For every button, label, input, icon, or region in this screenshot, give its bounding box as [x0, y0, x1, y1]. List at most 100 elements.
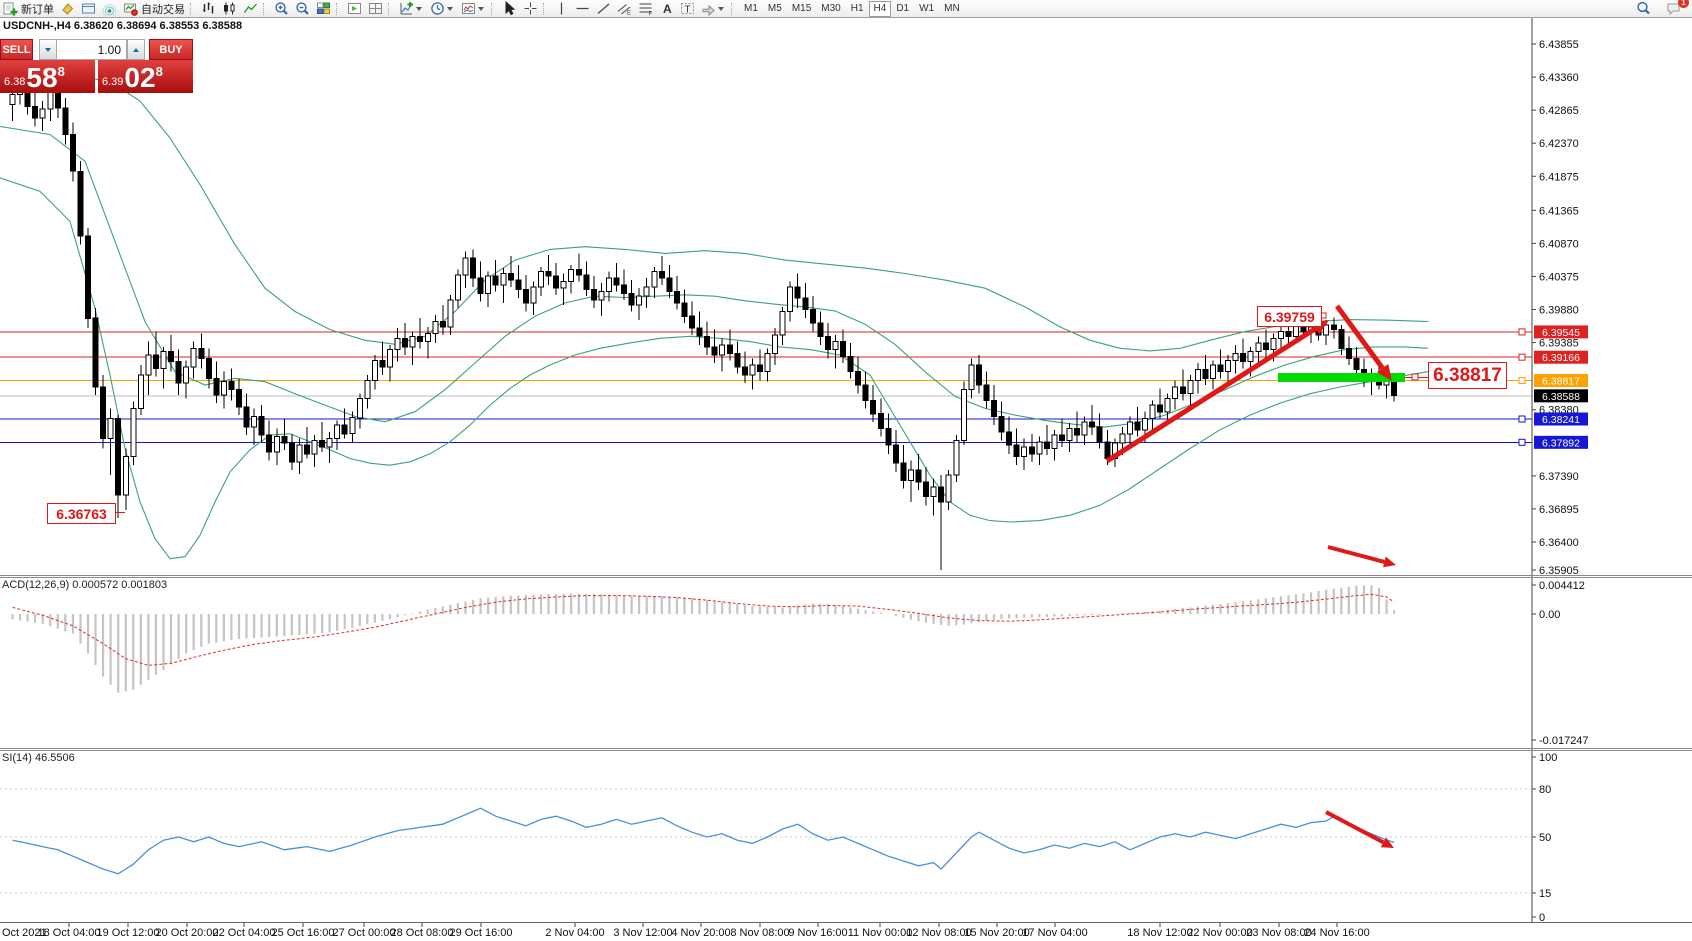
- svg-text:50: 50: [1539, 832, 1551, 844]
- bar-chart-button[interactable]: [199, 1, 218, 16]
- arrange-windows-button[interactable]: [366, 1, 385, 16]
- arrange-windows-icon: [368, 1, 383, 16]
- svg-text:19 Oct 12:00: 19 Oct 12:00: [97, 927, 160, 939]
- auto-trading-button[interactable]: 自动交易: [121, 1, 187, 16]
- crosshair-icon: [523, 1, 538, 16]
- shapes-button[interactable]: [699, 1, 728, 16]
- svg-text:24 Nov 16:00: 24 Nov 16:00: [1304, 927, 1369, 939]
- svg-text:6.39545: 6.39545: [1542, 327, 1580, 339]
- text-icon: A: [659, 1, 674, 16]
- caret-down-icon: [416, 7, 422, 11]
- toolbar-separator: [263, 3, 268, 15]
- timeframe-m5-button[interactable]: M5: [763, 1, 787, 17]
- svg-text:15 Nov 20:00: 15 Nov 20:00: [964, 927, 1029, 939]
- svg-text:6.43855: 6.43855: [1539, 39, 1579, 51]
- new-order-icon: [3, 1, 18, 16]
- sell-price-prefix: 6.38: [4, 76, 25, 88]
- svg-text:6.42865: 6.42865: [1539, 105, 1579, 117]
- svg-text:E: E: [627, 11, 631, 17]
- chart-title: USDCNH-,H4 6.38620 6.38694 6.38553 6.385…: [3, 20, 242, 32]
- indicator-add-button[interactable]: [397, 1, 426, 16]
- volume-increase-button[interactable]: [127, 39, 145, 60]
- svg-text:6.39880: 6.39880: [1539, 305, 1579, 317]
- template-button[interactable]: [459, 1, 488, 16]
- annotation-entry-price: 6.38817: [1428, 362, 1507, 389]
- svg-text:80: 80: [1539, 784, 1551, 796]
- svg-text:6.40375: 6.40375: [1539, 271, 1579, 283]
- fibonacci-button[interactable]: F: [636, 1, 655, 16]
- sell-price-point: 8: [58, 64, 65, 79]
- new-order-label: 新订单: [21, 1, 54, 17]
- search-button[interactable]: [1634, 1, 1653, 16]
- trendline-button[interactable]: [594, 1, 613, 16]
- svg-text:6.38241: 6.38241: [1542, 414, 1580, 426]
- volume-input[interactable]: 1.00: [57, 39, 127, 60]
- shapes-icon: [701, 1, 716, 16]
- timeframe-d1-button[interactable]: D1: [891, 1, 914, 17]
- sell-price-display[interactable]: 6.38588: [0, 60, 95, 93]
- zoom-out-icon: [295, 1, 310, 16]
- horizontal-line-icon: [575, 1, 590, 16]
- buy-price-display[interactable]: 6.39028: [98, 60, 193, 93]
- bar-chart-icon: [201, 1, 216, 16]
- crosshair-button[interactable]: [521, 1, 540, 16]
- profile-button[interactable]: [345, 1, 364, 16]
- chart-window-button[interactable]: [79, 1, 98, 16]
- toolbar-separator: [336, 3, 341, 15]
- zoom-in-button[interactable]: [272, 1, 291, 16]
- clock-button[interactable]: [428, 1, 457, 16]
- label-button[interactable]: T: [678, 1, 697, 16]
- volume-decrease-button[interactable]: [39, 39, 57, 60]
- svg-text:6.37892: 6.37892: [1542, 437, 1580, 449]
- svg-text:100: 100: [1539, 752, 1557, 764]
- indicator-add-icon: [399, 1, 414, 16]
- channel-button[interactable]: E: [615, 1, 634, 16]
- trendline-icon: [596, 1, 611, 16]
- buy-button[interactable]: BUY: [149, 39, 193, 60]
- timeframe-h4-button[interactable]: H4: [869, 1, 892, 17]
- svg-text:0.004412: 0.004412: [1539, 580, 1585, 592]
- svg-text:-0.017247: -0.017247: [1539, 735, 1589, 747]
- svg-text:0.00: 0.00: [1539, 609, 1560, 621]
- line-chart-button[interactable]: [241, 1, 260, 16]
- svg-text:6.39166: 6.39166: [1542, 352, 1580, 364]
- svg-text:6.38588: 6.38588: [1542, 391, 1580, 403]
- signal-icon: [102, 1, 117, 16]
- new-order-button[interactable]: 新订单: [1, 1, 56, 16]
- sell-button[interactable]: SELL: [0, 39, 33, 60]
- svg-text:6.40870: 6.40870: [1539, 238, 1579, 250]
- cursor-button[interactable]: [500, 1, 519, 16]
- svg-text:18 Oct 04:00: 18 Oct 04:00: [38, 927, 101, 939]
- vertical-line-button[interactable]: [552, 1, 571, 16]
- search-icon: [1636, 1, 1651, 16]
- notifications-button[interactable]: 1: [1664, 1, 1683, 16]
- tile-windows-button[interactable]: [314, 1, 333, 16]
- candle-chart-button[interactable]: [220, 1, 239, 16]
- svg-text:6.36400: 6.36400: [1539, 537, 1579, 549]
- annotation-low-price: 6.36763: [47, 503, 116, 524]
- svg-text:28 Oct 08:00: 28 Oct 08:00: [391, 927, 454, 939]
- time-axis: Oct 202118 Oct 04:0019 Oct 12:0020 Oct 2…: [2, 923, 1370, 939]
- timeframe-m30-button[interactable]: M30: [816, 1, 845, 17]
- one-click-trade-panel: SELL 1.00 BUY 6.38588 6.39028: [0, 39, 193, 93]
- timeframe-mn-button[interactable]: MN: [939, 1, 965, 17]
- template-icon: [461, 1, 476, 16]
- auto-trading-label: 自动交易: [141, 1, 185, 17]
- timeframe-w1-button[interactable]: W1: [914, 1, 939, 17]
- timeframe-m15-button[interactable]: M15: [787, 1, 816, 17]
- toolbar-separator: [190, 3, 195, 15]
- text-button[interactable]: A: [657, 1, 676, 16]
- horizontal-line-button[interactable]: [573, 1, 592, 16]
- chart-canvas[interactable]: 6.438556.433606.428656.423706.418756.413…: [0, 0, 1692, 941]
- timeframe-h1-button[interactable]: H1: [846, 1, 869, 17]
- svg-text:6.38817: 6.38817: [1542, 376, 1580, 388]
- svg-text:6.37390: 6.37390: [1539, 471, 1579, 483]
- notification-badge: 1: [1678, 0, 1689, 8]
- timeframe-m1-button[interactable]: M1: [739, 1, 763, 17]
- svg-text:T: T: [685, 5, 691, 16]
- zoom-out-button[interactable]: [293, 1, 312, 16]
- signal-button[interactable]: [100, 1, 119, 16]
- eraser-button[interactable]: [58, 1, 77, 16]
- svg-text:12 Nov 08:00: 12 Nov 08:00: [906, 927, 971, 939]
- toolbar-separator: [731, 3, 736, 15]
